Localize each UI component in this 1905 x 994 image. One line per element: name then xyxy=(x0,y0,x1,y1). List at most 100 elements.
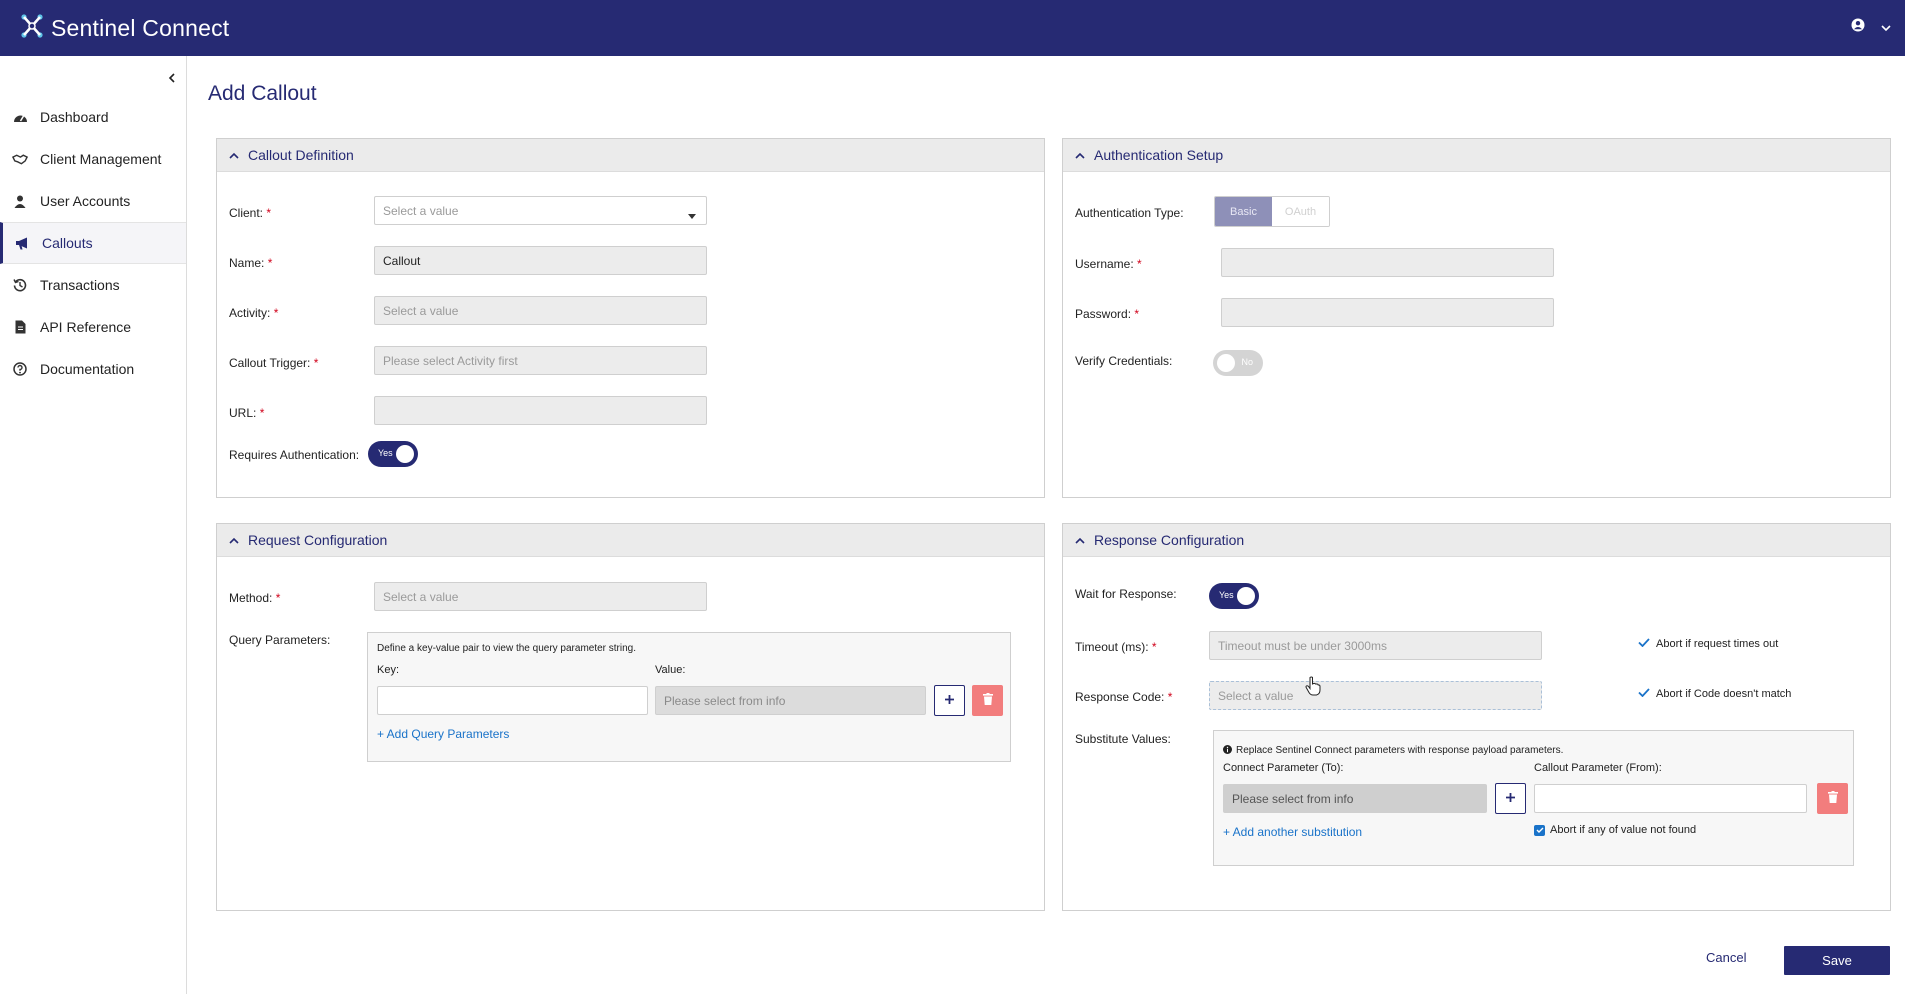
sidebar-item-callouts[interactable]: Callouts xyxy=(0,222,186,264)
caret-down-icon xyxy=(688,208,696,222)
callout-trigger-select[interactable]: Please select Activity first xyxy=(374,346,707,375)
toggle-knob xyxy=(1237,587,1255,605)
requires-authentication-toggle[interactable]: Yes xyxy=(368,441,418,467)
client-select-value: Select a value xyxy=(383,204,459,218)
name-input[interactable]: Callout xyxy=(374,246,707,275)
toggle-label: No xyxy=(1241,357,1253,367)
required-mark: * xyxy=(313,356,319,370)
activity-select[interactable]: Select a value xyxy=(374,296,707,325)
add-query-parameters-link[interactable]: + Add Query Parameters xyxy=(377,727,509,741)
trash-icon xyxy=(1827,790,1838,808)
authentication-setup-header[interactable]: Authentication Setup xyxy=(1063,139,1890,172)
name-label-text: Name: xyxy=(229,256,265,270)
chevron-up-icon[interactable] xyxy=(1075,537,1085,544)
user-icon xyxy=(12,193,28,209)
query-key-input[interactable] xyxy=(377,686,648,715)
sidebar-item-label: Documentation xyxy=(40,361,135,377)
panel-title: Authentication Setup xyxy=(1094,147,1224,163)
chevron-up-icon[interactable] xyxy=(229,152,239,159)
required-mark: * xyxy=(1137,257,1142,271)
toggle-knob xyxy=(1217,354,1235,372)
response-code-label-text: Response Code: xyxy=(1075,690,1165,704)
megaphone-icon xyxy=(14,235,30,251)
abort-missing-option[interactable]: Abort if any of value not found xyxy=(1534,824,1696,836)
required-mark: * xyxy=(267,256,273,270)
timeout-label-text: Timeout (ms): xyxy=(1075,640,1149,654)
activity-label-text: Activity: xyxy=(229,306,271,320)
required-mark: * xyxy=(266,206,272,220)
checkmark-icon xyxy=(1638,638,1650,650)
delete-substitution-button[interactable] xyxy=(1817,783,1848,814)
response-code-select[interactable]: Select a value xyxy=(1209,681,1542,710)
sidebar-item-label: Client Management xyxy=(40,151,162,167)
method-label-text: Method: xyxy=(229,591,273,605)
add-substitution-link[interactable]: + Add another substitution xyxy=(1223,825,1362,839)
callout-parameter-input[interactable] xyxy=(1534,784,1807,813)
callout-definition-header[interactable]: Callout Definition xyxy=(217,139,1044,172)
user-menu[interactable] xyxy=(1851,18,1891,37)
sidebar-item-label: Callouts xyxy=(42,235,93,251)
auth-type-basic-option[interactable]: Basic xyxy=(1215,197,1272,226)
app-name: Sentinel Connect xyxy=(51,14,230,41)
sidebar-item-label: Dashboard xyxy=(40,109,109,125)
collapse-sidebar-icon[interactable] xyxy=(164,70,180,86)
cancel-button[interactable]: Cancel xyxy=(1706,950,1746,965)
add-connect-parameter-button[interactable] xyxy=(1495,783,1526,814)
response-code-label: Response Code: * xyxy=(1075,690,1172,704)
save-button[interactable]: Save xyxy=(1784,946,1890,975)
history-icon xyxy=(12,277,28,293)
brand[interactable]: Sentinel Connect xyxy=(19,13,229,44)
sidebar-item-api-reference[interactable]: API Reference xyxy=(0,306,186,348)
substitute-values-label: Substitute Values: xyxy=(1075,732,1171,746)
chevron-up-icon[interactable] xyxy=(229,537,239,544)
username-input[interactable] xyxy=(1221,248,1554,277)
delete-query-row-button[interactable] xyxy=(972,685,1003,716)
sidebar-item-label: API Reference xyxy=(40,319,132,335)
callout-parameter-label: Callout Parameter (From): xyxy=(1534,762,1662,774)
method-select[interactable]: Select a value xyxy=(374,582,707,611)
sidebar-nav: Dashboard Client Management User Account… xyxy=(0,96,186,390)
timeout-input[interactable]: Timeout must be under 3000ms xyxy=(1209,631,1542,660)
dashboard-icon xyxy=(12,109,28,125)
connect-parameter-select[interactable]: Please select from info xyxy=(1223,784,1487,813)
client-select[interactable]: Select a value xyxy=(374,196,707,225)
substitute-hint: Replace Sentinel Connect parameters with… xyxy=(1223,741,1563,759)
sidebar-item-dashboard[interactable]: Dashboard xyxy=(0,96,186,138)
method-label: Method: * xyxy=(229,591,280,605)
checkbox-checked-icon[interactable] xyxy=(1534,824,1545,836)
password-label-text: Password: xyxy=(1075,307,1132,321)
chevron-down-icon[interactable] xyxy=(1881,19,1891,37)
request-configuration-header[interactable]: Request Configuration xyxy=(217,524,1044,557)
sidebar-item-documentation[interactable]: Documentation xyxy=(0,348,186,390)
chevron-up-icon[interactable] xyxy=(1075,152,1085,159)
password-input[interactable] xyxy=(1221,298,1554,327)
url-input[interactable] xyxy=(374,396,707,425)
sidebar-item-transactions[interactable]: Transactions xyxy=(0,264,186,306)
abort-timeout-label: Abort if request times out xyxy=(1656,638,1779,650)
query-value-select[interactable]: Please select from info xyxy=(655,686,926,715)
plus-icon xyxy=(944,692,955,710)
trash-icon xyxy=(982,692,993,710)
authentication-type-label: Authentication Type: xyxy=(1075,206,1184,220)
sidebar-item-client-management[interactable]: Client Management xyxy=(0,138,186,180)
client-label: Client: * xyxy=(229,206,271,220)
auth-type-oauth-option[interactable]: OAuth xyxy=(1272,197,1329,226)
verify-credentials-toggle[interactable]: No xyxy=(1213,350,1263,376)
callout-trigger-label: Callout Trigger: * xyxy=(229,356,318,370)
query-hint: Define a key-value pair to view the quer… xyxy=(377,643,637,654)
sidebar-item-user-accounts[interactable]: User Accounts xyxy=(0,180,186,222)
toggle-label: Yes xyxy=(378,448,393,458)
abort-timeout-option[interactable]: Abort if request times out xyxy=(1638,638,1778,650)
handshake-icon xyxy=(12,151,28,167)
sentinel-logo-icon xyxy=(19,13,45,44)
sidebar-item-label: Transactions xyxy=(40,277,120,293)
required-mark: * xyxy=(259,406,265,420)
abort-code-option[interactable]: Abort if Code doesn't match xyxy=(1638,688,1791,700)
query-parameters-box: Define a key-value pair to view the quer… xyxy=(367,632,1011,762)
user-avatar-icon[interactable] xyxy=(1851,18,1865,37)
document-icon xyxy=(12,319,28,335)
wait-for-response-toggle[interactable]: Yes xyxy=(1209,583,1259,609)
response-configuration-header[interactable]: Response Configuration xyxy=(1063,524,1890,557)
add-query-value-button[interactable] xyxy=(934,685,965,716)
abort-missing-label: Abort if any of value not found xyxy=(1550,824,1697,836)
